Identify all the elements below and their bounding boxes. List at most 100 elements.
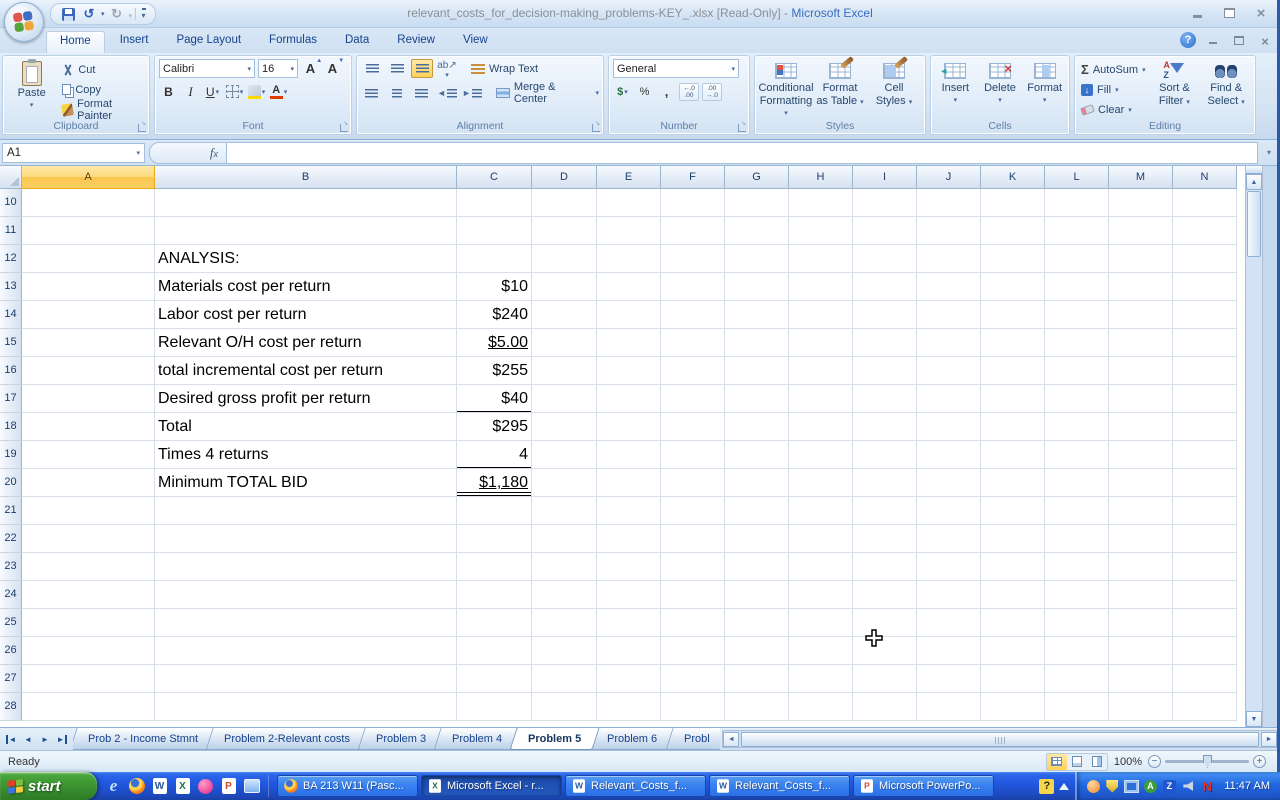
orientation-button[interactable] (436, 59, 458, 78)
network-tray-icon[interactable] (1123, 778, 1139, 794)
cell-N20[interactable] (1173, 469, 1237, 497)
cell-F23[interactable] (661, 553, 725, 581)
cell-K17[interactable] (981, 385, 1045, 413)
decrease-indent-button[interactable]: ◄ (436, 84, 458, 103)
row-header-26[interactable]: 26 (0, 637, 22, 665)
cell-J13[interactable] (917, 273, 981, 301)
cell-C22[interactable] (457, 525, 532, 553)
decrease-decimal-button[interactable] (702, 83, 722, 101)
cell-K13[interactable] (981, 273, 1045, 301)
hide-icons-arrow-icon[interactable] (1059, 783, 1069, 790)
tab-page-layout[interactable]: Page Layout (163, 31, 254, 53)
cell-D22[interactable] (532, 525, 597, 553)
cell-K12[interactable] (981, 245, 1045, 273)
cell-K15[interactable] (981, 329, 1045, 357)
cell-A23[interactable] (22, 553, 155, 581)
cell-A13[interactable] (22, 273, 155, 301)
cell-J25[interactable] (917, 609, 981, 637)
comma-style-button[interactable] (657, 82, 676, 101)
cell-K25[interactable] (981, 609, 1045, 637)
cut-button[interactable]: Cut (60, 61, 145, 78)
cell-J11[interactable] (917, 217, 981, 245)
cell-H21[interactable] (789, 497, 853, 525)
increase-decimal-button[interactable] (679, 83, 699, 101)
cell-F10[interactable] (661, 189, 725, 217)
horizontal-scroll-thumb[interactable] (741, 732, 1259, 747)
cell-A27[interactable] (22, 665, 155, 693)
cell-M20[interactable] (1109, 469, 1173, 497)
cell-D12[interactable] (532, 245, 597, 273)
cell-G21[interactable] (725, 497, 789, 525)
cell-J21[interactable] (917, 497, 981, 525)
zoom-slider-track[interactable] (1165, 760, 1249, 763)
cell-G12[interactable] (725, 245, 789, 273)
cell-F16[interactable] (661, 357, 725, 385)
paste-dropdown-arrow[interactable] (30, 101, 34, 109)
cell-N22[interactable] (1173, 525, 1237, 553)
cell-C20[interactable]: $1,180 (457, 469, 532, 497)
cell-N11[interactable] (1173, 217, 1237, 245)
office-button[interactable] (4, 2, 44, 42)
minimize-button[interactable] (1186, 5, 1208, 20)
cell-C18[interactable]: $295 (457, 413, 532, 441)
delete-cells-button[interactable]: Delete (980, 59, 1021, 104)
cell-I10[interactable] (853, 189, 917, 217)
cell-A21[interactable] (22, 497, 155, 525)
cell-M21[interactable] (1109, 497, 1173, 525)
nod32-tray-icon[interactable] (1199, 778, 1215, 794)
cell-D13[interactable] (532, 273, 597, 301)
cell-L10[interactable] (1045, 189, 1109, 217)
excel-icon[interactable] (172, 775, 193, 797)
split-handle[interactable] (1246, 166, 1262, 174)
autosum-dropdown-arrow[interactable] (1142, 66, 1146, 74)
cell-G28[interactable] (725, 693, 789, 721)
cell-K16[interactable] (981, 357, 1045, 385)
cell-M10[interactable] (1109, 189, 1173, 217)
cell-F19[interactable] (661, 441, 725, 469)
cell-A18[interactable] (22, 413, 155, 441)
column-header-A[interactable]: A (22, 166, 155, 189)
cell-J24[interactable] (917, 581, 981, 609)
cell-G15[interactable] (725, 329, 789, 357)
cell-G10[interactable] (725, 189, 789, 217)
cell-D20[interactable] (532, 469, 597, 497)
formula-input[interactable] (227, 142, 1258, 164)
cell-C27[interactable] (457, 665, 532, 693)
cell-K11[interactable] (981, 217, 1045, 245)
cell-N21[interactable] (1173, 497, 1237, 525)
cell-C15[interactable]: $5.00 (457, 329, 532, 357)
cell-G20[interactable] (725, 469, 789, 497)
cell-B11[interactable] (155, 217, 457, 245)
fill-color-dropdown-arrow[interactable] (262, 88, 266, 96)
restore-button[interactable] (1218, 5, 1240, 20)
font-color-dropdown-arrow[interactable] (284, 88, 288, 96)
column-header-B[interactable]: B (155, 166, 457, 189)
cell-B13[interactable]: Materials cost per return (155, 273, 457, 301)
cell-J12[interactable] (917, 245, 981, 273)
cell-F20[interactable] (661, 469, 725, 497)
sheet-tab-prob-2-income-stmnt[interactable]: Prob 2 - Income Stmnt (73, 728, 217, 750)
insert-cells-dropdown-arrow[interactable] (954, 96, 958, 104)
start-button[interactable]: start (0, 772, 97, 800)
cell-B23[interactable] (155, 553, 457, 581)
percent-style-button[interactable] (635, 82, 654, 101)
foxit-icon[interactable] (195, 775, 216, 797)
cell-styles-button[interactable]: Cell Styles (867, 59, 921, 119)
find-select-button[interactable]: Find & Select (1201, 59, 1251, 118)
cell-H20[interactable] (789, 469, 853, 497)
cell-D11[interactable] (532, 217, 597, 245)
cell-H18[interactable] (789, 413, 853, 441)
cell-L17[interactable] (1045, 385, 1109, 413)
column-header-N[interactable]: N (1173, 166, 1237, 189)
cell-J20[interactable] (917, 469, 981, 497)
cell-A12[interactable] (22, 245, 155, 273)
cell-A14[interactable] (22, 301, 155, 329)
cell-N27[interactable] (1173, 665, 1237, 693)
cell-H28[interactable] (789, 693, 853, 721)
cell-F26[interactable] (661, 637, 725, 665)
cell-N23[interactable] (1173, 553, 1237, 581)
cell-K26[interactable] (981, 637, 1045, 665)
cell-H23[interactable] (789, 553, 853, 581)
cell-I19[interactable] (853, 441, 917, 469)
cell-K27[interactable] (981, 665, 1045, 693)
